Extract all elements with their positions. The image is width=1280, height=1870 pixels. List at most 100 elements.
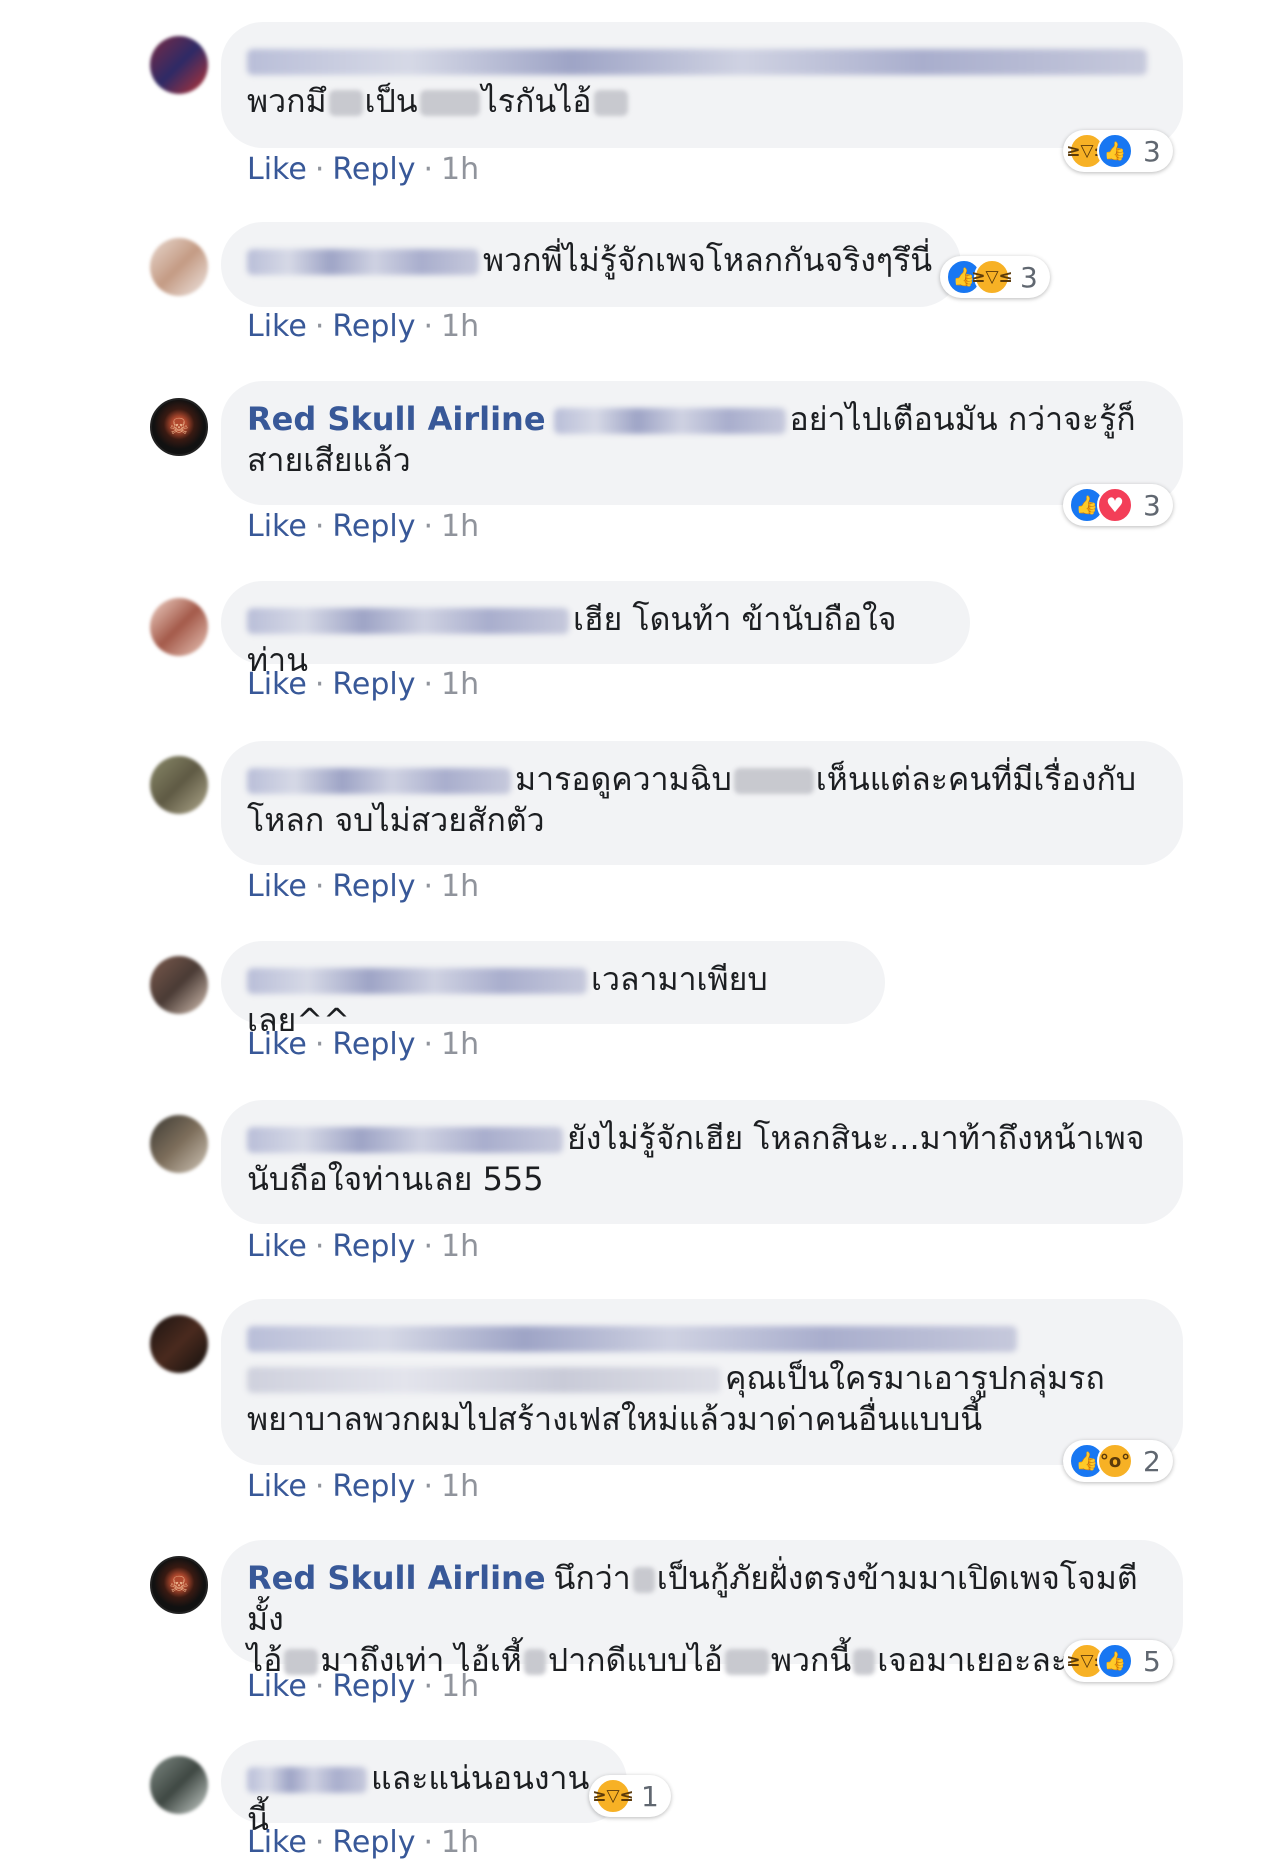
- avatar[interactable]: [150, 1756, 208, 1814]
- reaction-summary[interactable]: 👍 °o° 2: [1063, 1440, 1173, 1482]
- reply-button[interactable]: Reply: [332, 869, 415, 904]
- comment-bubble: พวกมึ เป็น ไรกันไอ้: [221, 22, 1183, 148]
- reply-button[interactable]: Reply: [332, 1469, 415, 1504]
- comment-bubble: มารอดูความฉิบ เห็นแต่ละคนที่มีเรื่องกับ โ…: [221, 741, 1183, 865]
- separator: ·: [314, 1825, 325, 1860]
- comment-text: โหลก จบไม่สวยสักตัว: [247, 801, 545, 839]
- separator: ·: [314, 1229, 325, 1264]
- comment-text: อย่าไปเตือนมัน กว่าจะรู้ก็: [789, 400, 1136, 438]
- reaction-count: 3: [1143, 488, 1161, 522]
- timestamp[interactable]: 1h: [441, 509, 479, 544]
- avatar[interactable]: [150, 598, 208, 656]
- blurred-text: [247, 1127, 563, 1153]
- censored-text: [724, 1649, 769, 1675]
- comment-text: ไรกันไอ้: [481, 82, 592, 120]
- like-button[interactable]: Like: [247, 509, 307, 544]
- timestamp[interactable]: 1h: [441, 667, 479, 702]
- like-button[interactable]: Like: [247, 1469, 307, 1504]
- avatar[interactable]: [150, 238, 208, 296]
- timestamp[interactable]: 1h: [441, 869, 479, 904]
- reply-button[interactable]: Reply: [332, 1027, 415, 1062]
- reply-button[interactable]: Reply: [332, 509, 415, 544]
- comment-text: คุณเป็นใครมาเอารูปกลุ่มรถ: [725, 1359, 1105, 1397]
- like-button[interactable]: Like: [247, 152, 307, 187]
- separator: ·: [314, 667, 325, 702]
- separator: ·: [314, 869, 325, 904]
- reaction-summary[interactable]: ≥▽≤ 1: [589, 1775, 671, 1817]
- avatar[interactable]: ☠: [150, 1556, 208, 1614]
- like-button[interactable]: Like: [247, 1229, 307, 1264]
- separator: ·: [423, 509, 433, 544]
- blurred-text: [247, 1367, 721, 1393]
- comment-actions: Like · Reply · 1h: [247, 310, 479, 344]
- reaction-count: 3: [1020, 260, 1038, 294]
- comment-actions: Like · Reply · 1h: [247, 1470, 479, 1504]
- like-button[interactable]: Like: [247, 1825, 307, 1860]
- comment-text: เห็นแต่ละคนที่มีเรื่องกับ: [815, 760, 1137, 798]
- timestamp[interactable]: 1h: [441, 1027, 479, 1062]
- timestamp[interactable]: 1h: [441, 1229, 479, 1264]
- reply-button[interactable]: Reply: [332, 1669, 415, 1704]
- reaction-summary[interactable]: 👍 ≥▽≤ 3: [940, 256, 1050, 298]
- separator: ·: [423, 667, 433, 702]
- reaction-summary[interactable]: 👍 ♥ 3: [1063, 484, 1173, 526]
- censored-text: [733, 768, 814, 794]
- love-icon: ♥: [1097, 487, 1133, 523]
- comment-actions: Like · Reply · 1h: [247, 668, 479, 702]
- comment-actions: Like · Reply · 1h: [247, 870, 479, 904]
- comment-bubble: เวลามาเพียบเลย^^: [221, 941, 885, 1039]
- separator: ·: [423, 1669, 433, 1704]
- comment-thread: พวกมึ เป็น ไรกันไอ้ ≥▽≤ 👍 3 Like · Reply · 1h …: [0, 0, 1280, 1870]
- reaction-summary[interactable]: ≥▽≤ 👍 3: [1063, 130, 1173, 172]
- censored-text: [632, 1567, 655, 1593]
- separator: ·: [423, 152, 433, 187]
- comment-author[interactable]: Red Skull Airline: [247, 1559, 546, 1597]
- comment-author[interactable]: Red Skull Airline: [247, 400, 546, 438]
- blurred-text: [247, 768, 511, 794]
- comment-bubble: Red Skull Airline นึกว่า เป็นกู้ภัยฝั่งตรง…: [221, 1540, 1183, 1679]
- avatar[interactable]: [150, 956, 208, 1014]
- reaction-count: 5: [1143, 1644, 1161, 1678]
- timestamp[interactable]: 1h: [441, 1669, 479, 1704]
- reply-button[interactable]: Reply: [332, 1229, 415, 1264]
- censored-text: [328, 90, 363, 116]
- like-button[interactable]: Like: [247, 1027, 307, 1062]
- like-button[interactable]: Like: [247, 1669, 307, 1704]
- timestamp[interactable]: 1h: [441, 1469, 479, 1504]
- comment-actions: Like · Reply · 1h: [247, 153, 479, 187]
- like-button[interactable]: Like: [247, 869, 307, 904]
- reaction-count: 1: [641, 1779, 659, 1813]
- like-button[interactable]: Like: [247, 309, 307, 344]
- comment-text: มารอดูความฉิบ: [515, 760, 732, 798]
- separator: ·: [314, 1027, 325, 1062]
- comment-bubble: เฮีย โดนท้า ข้านับถือใจท่าน: [221, 581, 970, 679]
- reply-button[interactable]: Reply: [332, 667, 415, 702]
- comment-actions: Like · Reply · 1h: [247, 510, 479, 544]
- reaction-summary[interactable]: ≥▽≤ 👍 5: [1063, 1640, 1173, 1682]
- timestamp[interactable]: 1h: [441, 1825, 479, 1860]
- reply-button[interactable]: Reply: [332, 309, 415, 344]
- timestamp[interactable]: 1h: [441, 309, 479, 344]
- comment-bubble: พวกพี่ไม่รู้จักเพจโหลกกันจริงๆรึนี่: [221, 222, 961, 307]
- like-button[interactable]: Like: [247, 667, 307, 702]
- comment-text: พยาบาลพวกผมไปสร้างเฟสใหม่แล้วมาด่าคนอื่น…: [247, 1400, 983, 1438]
- timestamp[interactable]: 1h: [441, 152, 479, 187]
- censored-text: [419, 90, 480, 116]
- comment-bubble: และแน่นอนงานนี้: [221, 1740, 627, 1838]
- comment-text: นับถือใจท่านเลย 555: [247, 1160, 544, 1198]
- reply-button[interactable]: Reply: [332, 1825, 415, 1860]
- blurred-text: [247, 1767, 367, 1793]
- separator: ·: [423, 1825, 433, 1860]
- comment-text: สายเสียแล้ว: [247, 441, 411, 479]
- reaction-count: 3: [1143, 134, 1161, 168]
- blurred-text: [247, 49, 1147, 75]
- avatar[interactable]: [150, 1115, 208, 1173]
- avatar[interactable]: ☠: [150, 398, 208, 456]
- avatar[interactable]: [150, 36, 208, 94]
- reply-button[interactable]: Reply: [332, 152, 415, 187]
- avatar[interactable]: [150, 1315, 208, 1373]
- comment-bubble: ยังไม่รู้จักเฮีย โหลกสินะ...มาท้าถึงหน้า…: [221, 1100, 1183, 1224]
- comment-text: เป็น: [364, 82, 418, 120]
- avatar[interactable]: [150, 756, 208, 814]
- blurred-text: [247, 249, 479, 275]
